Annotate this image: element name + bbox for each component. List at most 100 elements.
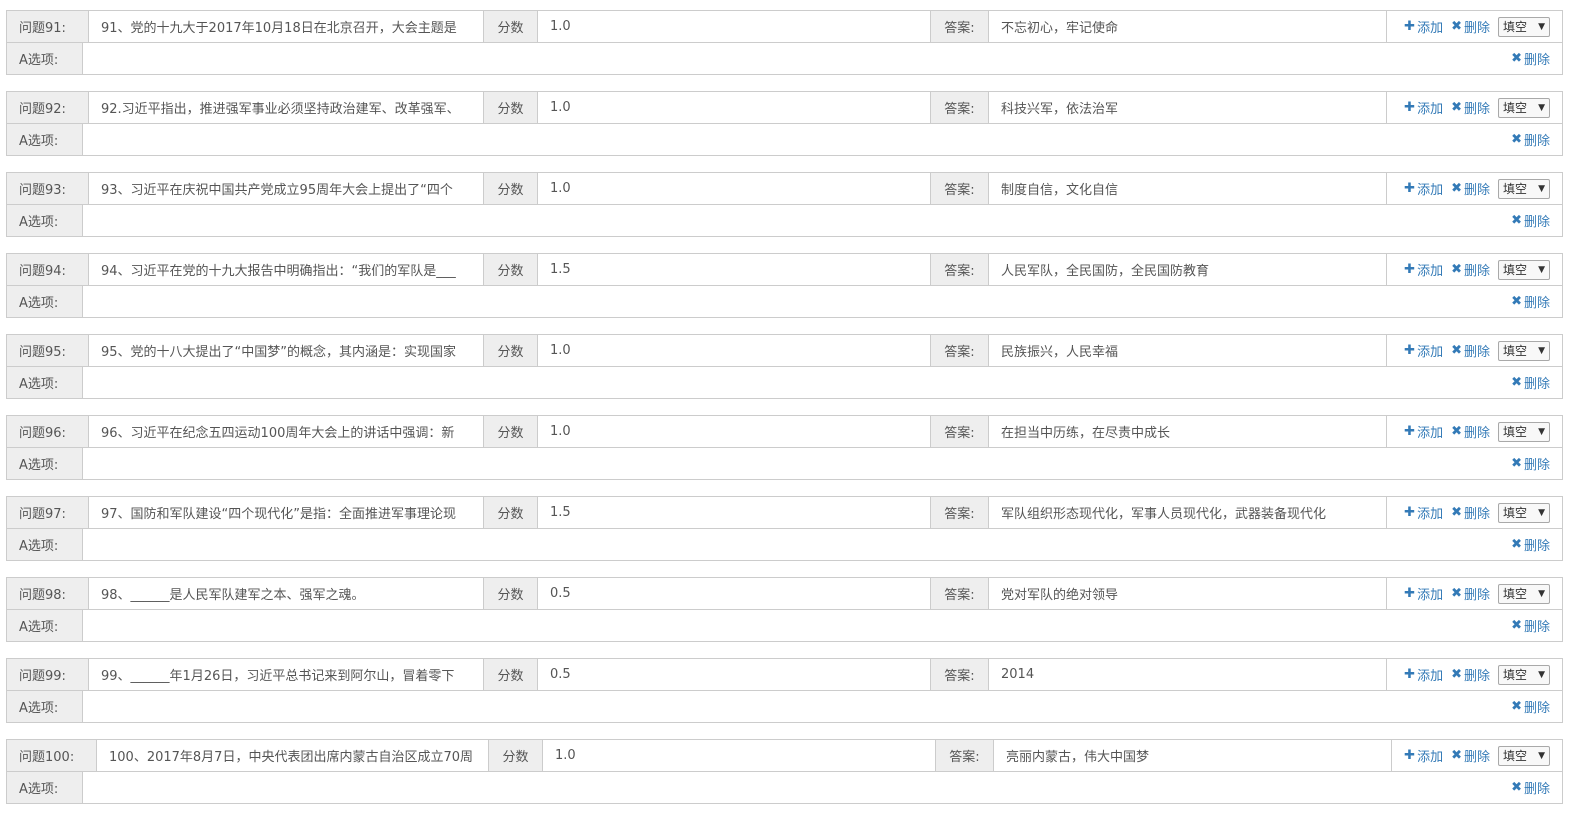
delete-button[interactable]: ✖ 删除	[1451, 584, 1490, 603]
delete-option-button[interactable]: ✖ 删除	[1511, 454, 1550, 473]
score-input[interactable]: 1.5	[538, 497, 931, 528]
score-input[interactable]: 0.5	[538, 578, 931, 609]
question-type-select[interactable]: 填空 ▼	[1498, 745, 1550, 766]
delete-option-button[interactable]: ✖ 删除	[1511, 373, 1550, 392]
question-type-select[interactable]: 填空 ▼	[1498, 421, 1550, 442]
add-button[interactable]: ✚ 添加	[1404, 422, 1443, 441]
question-type-select[interactable]: 填空 ▼	[1498, 97, 1550, 118]
score-input[interactable]: 1.0	[538, 173, 931, 204]
add-button[interactable]: ✚ 添加	[1404, 98, 1443, 117]
answer-input[interactable]: 军队组织形态现代化，军事人员现代化，武器装备现代化	[989, 497, 1387, 528]
question-block: 问题91: 91、党的十九大于2017年10月18日在北京召开，大会主题是 分数…	[6, 10, 1563, 75]
delete-button[interactable]: ✖ 删除	[1451, 98, 1490, 117]
question-text-input[interactable]: 92.习近平指出，推进强军事业必须坚持政治建军、改革强军、	[89, 92, 484, 123]
question-text-input[interactable]: 99、______年1月26日，习近平总书记来到阿尔山，冒着零下	[89, 659, 484, 690]
delete-label: 删除	[1523, 215, 1550, 230]
add-button[interactable]: ✚ 添加	[1404, 584, 1443, 603]
delete-button[interactable]: ✖ 删除	[1451, 341, 1490, 360]
question-type-select[interactable]: 填空 ▼	[1498, 583, 1550, 604]
score-input[interactable]: 1.0	[538, 335, 931, 366]
delete-option-button[interactable]: ✖ 删除	[1511, 535, 1550, 554]
plus-icon: ✚	[1404, 424, 1416, 439]
option-a-input[interactable]	[83, 691, 1492, 722]
delete-label: 删除	[1523, 134, 1550, 149]
question-text-input[interactable]: 96、习近平在纪念五四运动100周年大会上的讲话中强调：新	[89, 416, 484, 447]
plus-icon: ✚	[1404, 262, 1416, 277]
plus-icon: ✚	[1404, 181, 1416, 196]
delete-option-button[interactable]: ✖ 删除	[1511, 778, 1550, 797]
question-text-input[interactable]: 91、党的十九大于2017年10月18日在北京召开，大会主题是	[89, 11, 484, 42]
question-text-input[interactable]: 93、习近平在庆祝中国共产党成立95周年大会上提出了“四个	[89, 173, 484, 204]
delete-label: 删除	[1523, 377, 1550, 392]
caret-down-icon: ▼	[1538, 750, 1545, 761]
question-type-select[interactable]: 填空 ▼	[1498, 16, 1550, 37]
question-type-select[interactable]: 填空 ▼	[1498, 664, 1550, 685]
option-a-input[interactable]	[83, 286, 1492, 317]
option-a-input[interactable]	[83, 43, 1492, 74]
question-label: 问题96:	[7, 416, 89, 447]
score-input[interactable]: 1.0	[538, 416, 931, 447]
answer-input[interactable]: 不忘初心，牢记使命	[989, 11, 1387, 42]
score-input[interactable]: 1.5	[538, 254, 931, 285]
delete-option-button[interactable]: ✖ 删除	[1511, 130, 1550, 149]
score-input[interactable]: 1.0	[538, 92, 931, 123]
answer-input[interactable]: 亮丽内蒙古，伟大中国梦	[994, 740, 1392, 771]
delete-button[interactable]: ✖ 删除	[1451, 503, 1490, 522]
add-button[interactable]: ✚ 添加	[1404, 260, 1443, 279]
question-actions: ✚ 添加 ✖ 删除 填空 ▼	[1387, 416, 1562, 447]
question-text-input[interactable]: 95、党的十八大提出了“中国梦”的概念，其内涵是：实现国家	[89, 335, 484, 366]
delete-option-button[interactable]: ✖ 删除	[1511, 616, 1550, 635]
add-label: 添加	[1417, 264, 1444, 279]
answer-input[interactable]: 2014	[989, 659, 1387, 690]
add-button[interactable]: ✚ 添加	[1404, 341, 1443, 360]
option-a-input[interactable]	[83, 610, 1492, 641]
delete-button[interactable]: ✖ 删除	[1451, 422, 1490, 441]
add-button[interactable]: ✚ 添加	[1404, 503, 1443, 522]
answer-input[interactable]: 制度自信，文化自信	[989, 173, 1387, 204]
score-input[interactable]: 1.0	[543, 740, 936, 771]
option-a-input[interactable]	[83, 124, 1492, 155]
add-button[interactable]: ✚ 添加	[1404, 746, 1443, 765]
option-a-input[interactable]	[83, 367, 1492, 398]
delete-option-button[interactable]: ✖ 删除	[1511, 49, 1550, 68]
delete-button[interactable]: ✖ 删除	[1451, 260, 1490, 279]
option-a-input[interactable]	[83, 205, 1492, 236]
caret-down-icon: ▼	[1538, 669, 1545, 680]
delete-button[interactable]: ✖ 删除	[1451, 665, 1490, 684]
question-text-input[interactable]: 100、2017年8月7日，中央代表团出席内蒙古自治区成立70周	[97, 740, 489, 771]
option-row: A选项: ✖ 删除	[6, 610, 1563, 642]
option-a-input[interactable]	[83, 448, 1492, 479]
question-type-select[interactable]: 填空 ▼	[1498, 178, 1550, 199]
caret-down-icon: ▼	[1538, 183, 1545, 194]
delete-option-button[interactable]: ✖ 删除	[1511, 697, 1550, 716]
question-type-select[interactable]: 填空 ▼	[1498, 340, 1550, 361]
delete-button[interactable]: ✖ 删除	[1451, 17, 1490, 36]
answer-input[interactable]: 民族振兴，人民幸福	[989, 335, 1387, 366]
delete-label: 删除	[1523, 620, 1550, 635]
question-text-input[interactable]: 94、习近平在党的十九大报告中明确指出：“我们的军队是___	[89, 254, 484, 285]
question-type-select[interactable]: 填空 ▼	[1498, 259, 1550, 280]
answer-input[interactable]: 科技兴军，依法治军	[989, 92, 1387, 123]
question-row: 问题91: 91、党的十九大于2017年10月18日在北京召开，大会主题是 分数…	[6, 10, 1563, 43]
delete-button[interactable]: ✖ 删除	[1451, 179, 1490, 198]
question-label: 问题95:	[7, 335, 89, 366]
option-a-label: A选项:	[7, 691, 83, 722]
add-button[interactable]: ✚ 添加	[1404, 17, 1443, 36]
delete-option-button[interactable]: ✖ 删除	[1511, 292, 1550, 311]
option-row: A选项: ✖ 删除	[6, 772, 1563, 804]
option-a-input[interactable]	[83, 529, 1492, 560]
score-input[interactable]: 1.0	[538, 11, 931, 42]
option-a-input[interactable]	[83, 772, 1492, 803]
question-type-select[interactable]: 填空 ▼	[1498, 502, 1550, 523]
answer-input[interactable]: 人民军队，全民国防，全民国防教育	[989, 254, 1387, 285]
delete-button[interactable]: ✖ 删除	[1451, 746, 1490, 765]
answer-input[interactable]: 在担当中历练，在尽责中成长	[989, 416, 1387, 447]
add-button[interactable]: ✚ 添加	[1404, 665, 1443, 684]
plus-icon: ✚	[1404, 100, 1416, 115]
answer-input[interactable]: 党对军队的绝对领导	[989, 578, 1387, 609]
question-text-input[interactable]: 97、国防和军队建设“四个现代化”是指：全面推进军事理论现	[89, 497, 484, 528]
question-text-input[interactable]: 98、______是人民军队建军之本、强军之魂。	[89, 578, 484, 609]
add-button[interactable]: ✚ 添加	[1404, 179, 1443, 198]
delete-option-button[interactable]: ✖ 删除	[1511, 211, 1550, 230]
score-input[interactable]: 0.5	[538, 659, 931, 690]
